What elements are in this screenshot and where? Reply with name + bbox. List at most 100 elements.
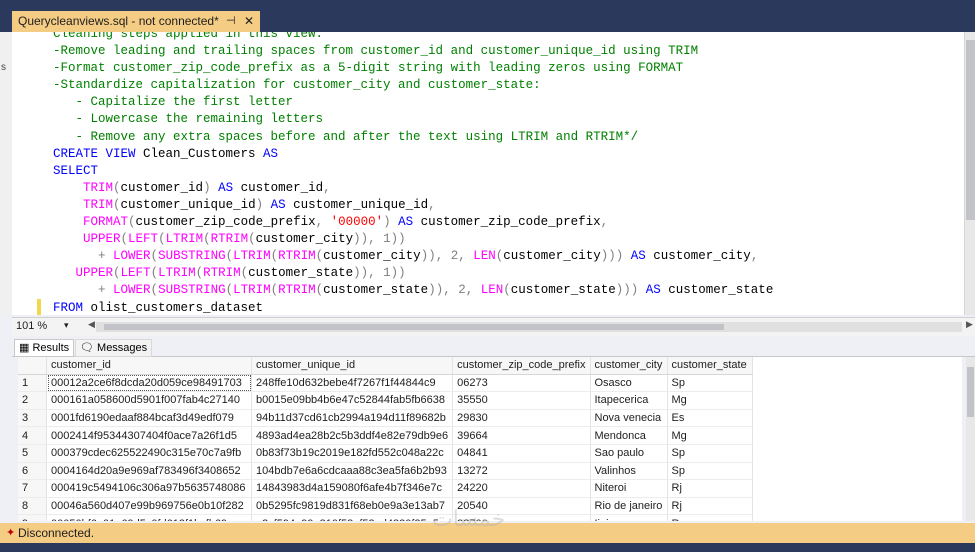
code-line[interactable]: TRIM(customer_id) AS customer_id, — [53, 180, 773, 197]
grid-cell[interactable]: 0004164d20a9e969af783496f3408652 — [46, 462, 252, 481]
zoom-dropdown-icon[interactable]: ▾ — [64, 320, 69, 331]
grid-cell[interactable]: 24220 — [452, 479, 591, 498]
grid-cell[interactable]: b0015e09bb4b6e47c52844fab5fb6638 — [251, 391, 454, 410]
grid-vertical-scrollbar[interactable] — [966, 357, 975, 521]
tab-results[interactable]: ▦ Results — [14, 339, 75, 356]
column-header[interactable]: customer_unique_id — [251, 357, 454, 375]
grid-cell[interactable]: 94b11d37cd61cb2994a194d11f89682b — [251, 409, 454, 428]
table-row[interactable]: 3 0001fd6190edaaf884bcaf3d49edf079 94b11d3… — [18, 409, 753, 428]
row-number[interactable]: 7 — [18, 479, 47, 498]
grid-cell[interactable]: Valinhos — [590, 462, 668, 481]
editor-vertical-scrollbar[interactable] — [964, 32, 975, 315]
code-line[interactable]: -Remove leading and trailing spaces from… — [53, 43, 773, 60]
grid-cell[interactable]: Rs — [667, 514, 753, 521]
code-line[interactable]: - Remove any extra spaces before and aft… — [53, 129, 773, 146]
editor-vscroll-thumb[interactable] — [966, 40, 975, 220]
code-line[interactable]: -Standardize capitalization for customer… — [53, 77, 773, 94]
grid-cell[interactable]: Mendonca — [590, 426, 668, 445]
code-line[interactable]: SELECT — [53, 163, 773, 180]
grid-cell[interactable]: 00012a2ce6f8dcda20d059ce98491703 — [46, 374, 252, 393]
grid-cell[interactable]: Sp — [667, 444, 753, 463]
grid-cell[interactable]: 00050bf6e01e69d5c0fd612f1bcfb69c — [46, 514, 252, 521]
editor-horizontal-scrollbar[interactable]: ◀ ▶ — [88, 319, 973, 332]
code-line[interactable]: + LOWER(SUBSTRING(LTRIM(RTRIM(customer_s… — [53, 282, 773, 299]
table-row[interactable]: 8 00046a560d407e99b969756e0b10f282 0b5295f… — [18, 497, 753, 516]
grid-cell[interactable]: Mg — [667, 426, 753, 445]
code-line[interactable]: TRIM(customer_unique_id) AS customer_uni… — [53, 197, 773, 214]
column-header[interactable]: customer_state — [667, 357, 753, 375]
table-row[interactable]: 5 000379cdec625522490c315e70c7a9fb 0b83f73… — [18, 444, 753, 463]
grid-cell[interactable]: Rj — [667, 497, 753, 516]
column-header[interactable]: customer_city — [590, 357, 668, 375]
sql-code[interactable]: Cleaning steps applied in this view: -Rem… — [53, 32, 773, 315]
grid-cell[interactable]: Ijui — [590, 514, 668, 521]
table-row[interactable]: 7 000419c5494106c306a97b5635748086 1484398… — [18, 479, 753, 498]
sql-editor[interactable]: Cleaning steps applied in this view: -Rem… — [12, 32, 964, 315]
row-number[interactable]: 6 — [18, 462, 47, 481]
scroll-left-icon[interactable]: ◀ — [88, 319, 95, 330]
grid-vscroll-thumb[interactable] — [967, 367, 974, 417]
table-row[interactable]: 2 000161a058600d5901f007fab4c27140 b0015e0… — [18, 391, 753, 410]
grid-cell[interactable]: 39664 — [452, 426, 591, 445]
row-number[interactable]: 2 — [18, 391, 47, 410]
zoom-level[interactable]: 101 % — [16, 320, 47, 332]
row-number[interactable]: 9 — [18, 514, 47, 521]
grid-cell[interactable]: 0001fd6190edaaf884bcaf3d49edf079 — [46, 409, 252, 428]
close-tab-icon[interactable]: ✕ — [244, 11, 254, 32]
table-row[interactable]: 4 0002414f95344307404f0ace7a26f1d5 4893ad4… — [18, 426, 753, 445]
grid-cell[interactable]: Rio de janeiro — [590, 497, 668, 516]
grid-cell[interactable]: e3cf594a99e810f58af53ed4820f25e5 — [251, 514, 454, 521]
row-number[interactable]: 1 — [18, 374, 47, 393]
scroll-right-icon[interactable]: ▶ — [966, 319, 973, 330]
grid-cell[interactable]: Itapecerica — [590, 391, 668, 410]
grid-cell[interactable]: Mg — [667, 391, 753, 410]
code-line[interactable]: - Lowercase the remaining letters — [53, 111, 773, 128]
column-header[interactable]: customer_id — [46, 357, 252, 375]
grid-cell[interactable]: 000379cdec625522490c315e70c7a9fb — [46, 444, 252, 463]
grid-cell[interactable]: 13272 — [452, 462, 591, 481]
grid-cell[interactable]: 29830 — [452, 409, 591, 428]
document-tab[interactable]: Querycleanviews.sql - not connected* ⊣ ✕ — [12, 11, 260, 32]
grid-cell[interactable]: 4893ad4ea28b2c5b3ddf4e82e79db9e6 — [251, 426, 454, 445]
code-line[interactable]: UPPER(LEFT(LTRIM(RTRIM(customer_state)),… — [53, 265, 773, 282]
grid-cell[interactable]: 0b5295fc9819d831f68eb0e9a3e13ab7 — [251, 497, 454, 516]
code-line[interactable]: UPPER(LEFT(LTRIM(RTRIM(customer_city)), … — [53, 231, 773, 248]
row-number[interactable]: 3 — [18, 409, 47, 428]
grid-cell[interactable]: 14843983d4a159080f6afe4b7f346e7c — [251, 479, 454, 498]
row-number[interactable]: 8 — [18, 497, 47, 516]
code-line[interactable]: FORMAT(customer_zip_code_prefix, '00000'… — [53, 214, 773, 231]
grid-cell[interactable]: 104bdb7e6a6cdcaaa88c3ea5fa6b2b93 — [251, 462, 454, 481]
table-row[interactable]: 1 00012a2ce6f8dcda20d059ce98491703 248ffe1… — [18, 374, 753, 393]
grid-cell[interactable]: Sp — [667, 374, 753, 393]
row-number[interactable]: 4 — [18, 426, 47, 445]
code-line[interactable]: - Capitalize the first letter — [53, 94, 773, 111]
pin-icon[interactable]: ⊣ — [226, 11, 236, 32]
grid-cell[interactable]: Es — [667, 409, 753, 428]
code-line[interactable]: + LOWER(SUBSTRING(LTRIM(RTRIM(customer_c… — [53, 248, 773, 265]
grid-cell[interactable]: 248ffe10d632bebe4f7267f1f44844c9 — [251, 374, 454, 393]
grid-cell[interactable]: 000161a058600d5901f007fab4c27140 — [46, 391, 252, 410]
column-header[interactable]: customer_zip_code_prefix — [452, 357, 591, 375]
grid-cell[interactable]: Sp — [667, 462, 753, 481]
code-line[interactable]: Cleaning steps applied in this view: — [53, 32, 773, 43]
code-line[interactable]: FROM olist_customers_dataset — [53, 300, 773, 316]
row-number[interactable]: 5 — [18, 444, 47, 463]
code-line[interactable]: -Format customer_zip_code_prefix as a 5-… — [53, 60, 773, 77]
grid-cell[interactable]: Sao paulo — [590, 444, 668, 463]
grid-cell[interactable]: 0002414f95344307404f0ace7a26f1d5 — [46, 426, 252, 445]
editor-hscroll-thumb[interactable] — [104, 324, 724, 330]
code-line[interactable]: CREATE VIEW Clean_Customers AS — [53, 146, 773, 163]
grid-cell[interactable]: Niteroi — [590, 479, 668, 498]
table-row[interactable]: 900050bf6e01e69d5c0fd612f1bcfb69ce3cf594… — [18, 514, 753, 521]
table-row[interactable]: 6 0004164d20a9e969af783496f3408652 104bdb7… — [18, 462, 753, 481]
grid-cell[interactable]: 000419c5494106c306a97b5635748086 — [46, 479, 252, 498]
grid-cell[interactable]: Osasco — [590, 374, 668, 393]
results-grid[interactable]: customer_id customer_unique_id customer_… — [18, 357, 962, 521]
grid-cell[interactable]: Rj — [667, 479, 753, 498]
grid-cell[interactable]: 00046a560d407e99b969756e0b10f282 — [46, 497, 252, 516]
grid-cell[interactable]: 0b83f73b19c2019e182fd552c048a22c — [251, 444, 454, 463]
grid-cell[interactable]: Nova venecia — [590, 409, 668, 428]
grid-cell[interactable]: 04841 — [452, 444, 591, 463]
grid-cell[interactable]: 35550 — [452, 391, 591, 410]
tab-messages[interactable]: 🗨 Messages — [75, 339, 153, 357]
